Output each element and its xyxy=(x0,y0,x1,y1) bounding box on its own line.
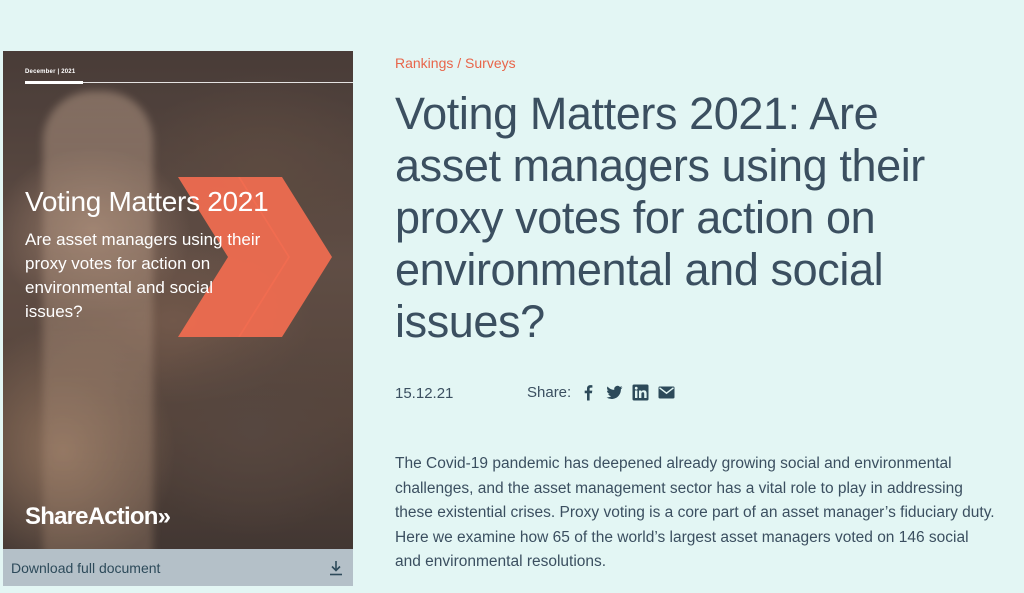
download-full-document-button[interactable]: Download full document xyxy=(3,549,353,586)
download-label: Download full document xyxy=(11,559,161,576)
report-cover[interactable]: December | 2021 Voting Matters 2021 Are … xyxy=(3,51,353,586)
breadcrumb-separator: / xyxy=(453,55,466,71)
breadcrumb: Rankings / Surveys xyxy=(395,55,516,71)
breadcrumb-surveys-link[interactable]: Surveys xyxy=(465,55,516,71)
article-intro: The Covid-19 pandemic has deepened alrea… xyxy=(395,455,995,570)
email-icon[interactable] xyxy=(658,384,675,401)
cover-divider xyxy=(25,81,353,84)
share-bar: Share: xyxy=(527,384,675,401)
share-label: Share: xyxy=(527,384,572,401)
publish-date: 15.12.21 xyxy=(395,385,454,402)
twitter-icon[interactable] xyxy=(606,384,623,401)
cover-subtitle: Are asset managers using their proxy vot… xyxy=(25,230,261,321)
cover-date: December | 2021 xyxy=(25,69,76,75)
cover-title: Voting Matters 2021 xyxy=(25,186,269,217)
breadcrumb-rankings-link[interactable]: Rankings xyxy=(395,55,453,71)
page-title: Voting Matters 2021: Are asset managers … xyxy=(395,88,925,347)
download-icon xyxy=(330,560,342,575)
linkedin-icon[interactable] xyxy=(632,384,649,401)
shareaction-logo: ShareAction» xyxy=(25,503,171,530)
facebook-icon[interactable] xyxy=(580,384,597,401)
